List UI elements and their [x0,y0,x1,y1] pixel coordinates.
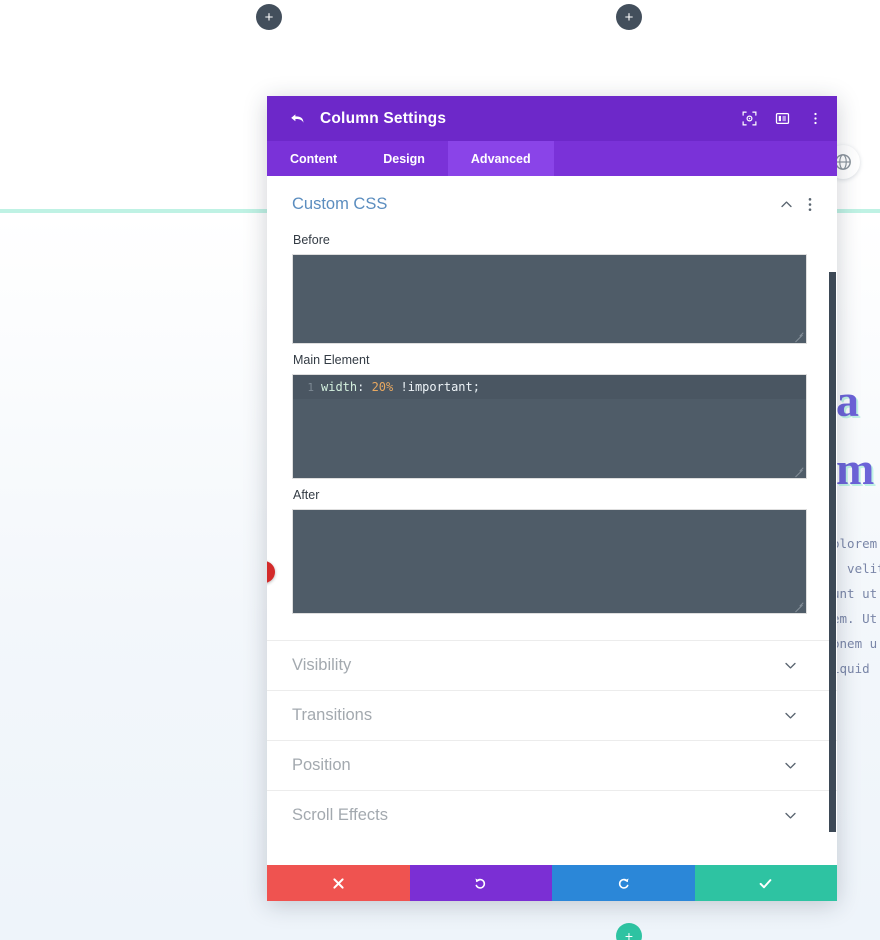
undo-arrow-icon [475,877,486,889]
chevron-down-icon[interactable] [784,809,797,822]
section-visibility[interactable]: Visibility [267,640,837,690]
after-field-label: After [293,488,320,502]
section-label: Position [292,756,351,774]
code-content: width: 20% !important; [321,380,480,394]
section-position[interactable]: Position [267,740,837,790]
background-headline-line1: a [836,375,859,426]
section-scroll-effects[interactable]: Scroll Effects [267,790,837,840]
modal-scrollbar[interactable] [829,176,837,865]
chevron-up-icon[interactable] [780,198,793,211]
modal-tabbar: Content Design Advanced [267,141,837,176]
resize-handle-icon[interactable] [793,465,805,477]
css-colon-token: : [357,380,372,394]
kebab-menu-icon[interactable] [808,111,823,126]
plus-icon: + [624,928,634,940]
page-root: + + a m olorem velit unt ut em. Ut onem … [0,0,880,940]
section-label: Transitions [292,706,373,724]
column-settings-modal: Column Settings Content Design Advanced … [267,96,837,901]
css-property-token: width [321,380,358,394]
add-section-button-left[interactable]: + [256,4,282,30]
target-icon[interactable] [742,111,757,126]
css-semicolon-token: ; [472,380,480,394]
scrollbar-thumb[interactable] [829,272,836,832]
before-field-label: Before [293,233,330,247]
modal-header-icons [742,111,823,126]
section-label: Visibility [292,656,352,674]
tab-advanced[interactable]: Advanced [447,141,554,176]
kebab-menu-icon[interactable] [808,197,812,212]
resize-handle-icon[interactable] [793,600,805,612]
plus-icon: + [264,8,274,26]
plus-icon: + [624,8,634,26]
back-arrow-icon[interactable] [289,110,306,127]
chevron-down-icon[interactable] [784,659,797,672]
cancel-button[interactable] [267,865,410,901]
background-body-text: olorem velit unt ut em. Ut onem u iquid [832,536,880,676]
modal-body: Custom CSS Before Main Element 1 width: … [267,176,837,865]
undo-button[interactable] [409,865,552,901]
main-element-field-label: Main Element [293,353,370,367]
after-code-editor[interactable] [292,509,807,614]
modal-title: Column Settings [320,109,447,127]
close-x-icon [333,877,344,889]
custom-css-header[interactable]: Custom CSS [292,176,812,224]
tab-design[interactable]: Design [360,141,448,176]
custom-css-section: Custom CSS Before Main Element 1 width: … [267,176,837,614]
css-value-token: 20% [371,380,394,394]
before-code-editor[interactable] [292,254,807,344]
resize-handle-icon[interactable] [793,330,805,342]
redo-button[interactable] [552,865,695,901]
background-headline-line2: m [836,443,875,494]
chevron-down-icon[interactable] [784,759,797,772]
modal-header: Column Settings [267,96,837,141]
redo-arrow-icon [618,877,629,889]
custom-css-title: Custom CSS [292,194,388,213]
css-important-token: !important [400,380,473,394]
section-transitions[interactable]: Transitions [267,690,837,740]
tab-content[interactable]: Content [267,141,360,176]
collapsed-sections: Visibility Transitions Position Scroll E… [267,640,837,840]
code-line-1[interactable]: 1 width: 20% !important; [293,375,806,399]
layout-panel-icon[interactable] [775,111,790,126]
save-button[interactable] [694,865,837,901]
css-space-token [393,380,400,394]
modal-footer [267,865,837,901]
checkmark-icon [759,878,772,888]
add-section-button-right[interactable]: + [616,4,642,30]
main-element-code-editor[interactable]: 1 width: 20% !important; [292,374,807,479]
section-label: Scroll Effects [292,806,388,824]
line-number: 1 [307,380,314,394]
chevron-down-icon[interactable] [784,709,797,722]
